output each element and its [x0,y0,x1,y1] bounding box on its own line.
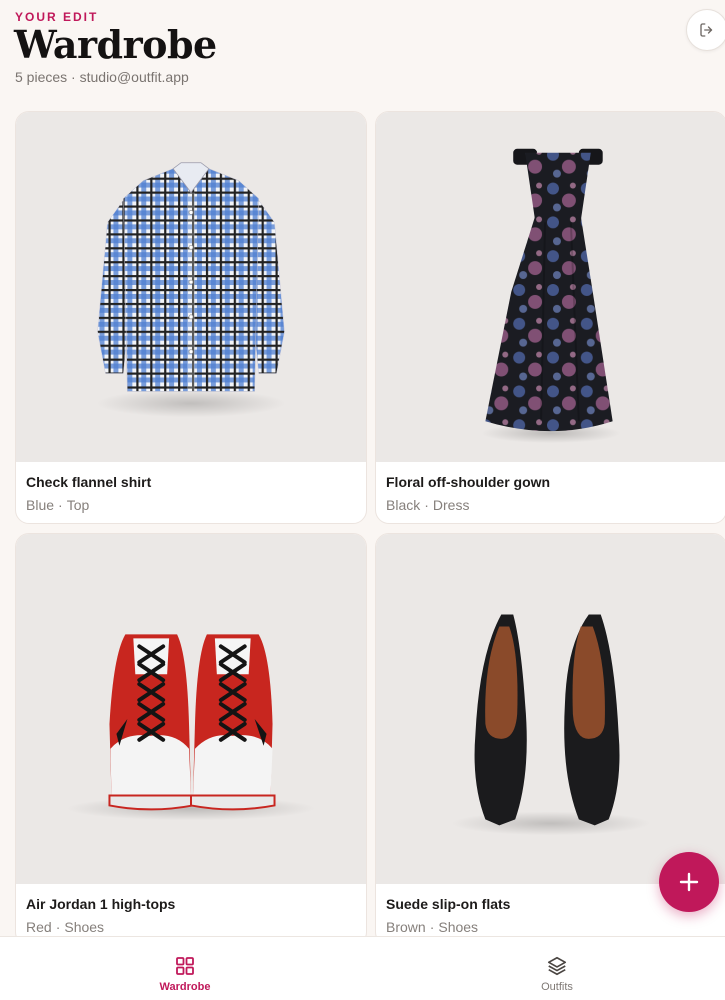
meta-separator: · [424,497,429,513]
item-photo-pumps [376,534,725,884]
grid-icon [176,957,194,975]
wardrobe-card[interactable]: Check flannel shirt Blue · Top [15,111,367,524]
item-meta: Red · Shoes [26,919,104,935]
item-category: Shoes [438,919,479,935]
item-photo-gown [376,112,725,462]
meta-separator: · [55,919,61,935]
item-name: Floral off-shoulder gown [386,474,551,490]
plus-icon [679,872,699,892]
item-color: Brown [386,919,426,935]
item-photo-shirt [16,112,366,462]
item-photo-sneakers [16,534,366,884]
add-item-button[interactable] [659,852,719,912]
item-color: Red [26,919,52,935]
tab-label: Outfits [541,981,573,993]
logout-icon [700,23,713,37]
item-meta: Brown · Shoes [386,919,478,935]
meta-separator: · [58,497,63,513]
page-subtitle: 5 pieces · studio@outfit.app [15,69,189,85]
item-name: Air Jordan 1 high-tops [26,896,176,912]
subtitle-separator: · [71,69,76,85]
wardrobe-screen: YOUR EDIT Wardrobe 5 pieces · studio@out… [0,0,725,1000]
item-category: Dress [432,497,470,513]
item-category: Top [66,497,90,513]
item-meta: Black · Dress [386,497,469,513]
page-title: Wardrobe [14,22,217,67]
layers-icon [547,956,567,976]
tab-outfits[interactable]: Outfits [457,937,657,1000]
tab-wardrobe[interactable]: Wardrobe [85,937,285,1000]
item-name: Check flannel shirt [26,474,152,490]
item-meta: Blue · Top [26,497,89,513]
piece-count: 5 pieces [15,69,68,85]
tab-label: Wardrobe [159,981,211,993]
bottom-tab-bar: Wardrobe Outfits [0,936,725,1000]
wardrobe-card[interactable]: Air Jordan 1 high-tops Red · Shoes [15,533,367,946]
item-color: Blue [26,497,55,513]
item-name: Suede slip-on flats [386,896,511,912]
meta-separator: · [429,919,435,935]
wardrobe-card[interactable]: Floral off-shoulder gown Black · Dress [375,111,725,524]
logout-button[interactable] [686,9,725,51]
account-email: studio@outfit.app [79,69,189,85]
item-color: Black [386,497,421,513]
item-category: Shoes [64,919,105,935]
